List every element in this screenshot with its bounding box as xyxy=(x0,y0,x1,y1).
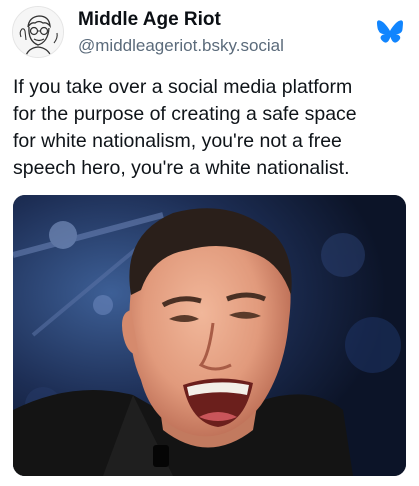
post-card: Middle Age Riot @middleageriot.bsky.soci… xyxy=(0,0,419,486)
post-text-line: for white nationalism, you're not a free xyxy=(13,130,342,152)
post-text-line: If you take over a social media platform xyxy=(13,76,353,98)
post-text-line: for the purpose of creating a safe space xyxy=(13,103,357,125)
author-handle[interactable]: @middleageriot.bsky.social xyxy=(78,36,284,56)
author-display-name[interactable]: Middle Age Riot xyxy=(78,9,221,31)
post-text-line: speech hero, you're a white nationalist. xyxy=(13,157,350,179)
post-body-text: If you take over a social media platform… xyxy=(13,74,409,182)
post-header: Middle Age Riot @middleageriot.bsky.soci… xyxy=(12,6,407,58)
author-avatar[interactable] xyxy=(12,6,64,58)
post-media-image[interactable] xyxy=(13,195,406,476)
bluesky-butterfly-icon xyxy=(377,20,403,43)
cartoon-face-avatar-icon xyxy=(13,7,63,57)
smiling-man-photo xyxy=(13,195,406,476)
